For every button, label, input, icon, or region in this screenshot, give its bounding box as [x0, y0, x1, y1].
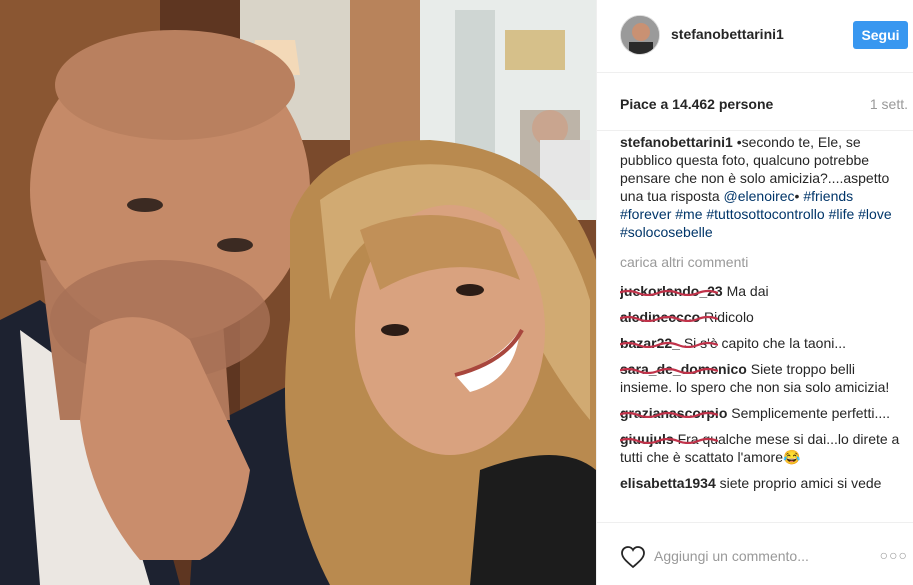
avatar[interactable] [620, 15, 660, 55]
comment-item: elisabetta1934 siete proprio amici si ve… [620, 474, 908, 492]
comment-text: Semplicemente perfetti.... [731, 405, 891, 421]
hashtag-friends[interactable]: #friends [803, 188, 853, 204]
hashtag-solocosebelle[interactable]: #solocosebelle [620, 224, 713, 240]
comment-item: bazar22_ Si s'è capito che la taoni... [620, 334, 908, 352]
comment-item: sara_de_domenico Siete troppo belli insi… [620, 360, 908, 396]
redaction-scribble [620, 411, 718, 418]
comment-item: giuujuls Fra qualche mese si dai...lo di… [620, 430, 908, 466]
caption-mention[interactable]: @elenoirec [724, 188, 795, 204]
post-side-panel: stefanobettarini1 Segui Piace a 14.462 p… [596, 0, 913, 585]
comment-username[interactable]: sara_de_domenico [620, 361, 747, 377]
comment-username[interactable]: aledineccco [620, 309, 718, 325]
post-header: stefanobettarini1 Segui [597, 0, 913, 73]
hashtag-love[interactable]: #love [858, 206, 891, 222]
caption-bullet: • [794, 188, 800, 204]
comment-username[interactable]: juckorlando_23 [620, 283, 723, 299]
redaction-scribble [620, 341, 718, 348]
post-timestamp[interactable]: 1 sett. [870, 96, 908, 112]
add-comment-input[interactable] [654, 548, 864, 564]
caption-username[interactable]: stefanobettarini1 [620, 134, 733, 150]
comment-text: siete proprio amici si vede [719, 475, 882, 491]
post-photo[interactable] [0, 0, 596, 585]
comment-username[interactable]: giuujuls [620, 431, 718, 447]
comment-footer: ○○○ [597, 522, 913, 585]
photo-illustration [0, 0, 596, 585]
hashtag-tuttosottocontrollo[interactable]: #tuttosottocontrollo [706, 206, 824, 222]
redaction-scribble [620, 315, 718, 322]
post-caption: stefanobettarini1 •secondo te, Ele, se p… [620, 133, 908, 241]
heart-icon[interactable] [620, 545, 646, 569]
comment-item: grazianascorpio Semplicemente perfetti..… [620, 404, 908, 422]
follow-button[interactable]: Segui [853, 21, 908, 49]
likes-row: Piace a 14.462 persone 1 sett. [597, 73, 913, 131]
comment-text: Ma dai [726, 283, 769, 299]
likes-count[interactable]: Piace a 14.462 persone [620, 96, 773, 112]
load-more-comments-link[interactable]: carica altri commenti [620, 253, 908, 271]
comments-list[interactable]: stefanobettarini1 •secondo te, Ele, se p… [620, 133, 908, 521]
redaction-scribble [620, 367, 718, 374]
hashtag-me[interactable]: #me [675, 206, 702, 222]
redaction-scribble [620, 437, 718, 444]
comment-username[interactable]: elisabetta1934 [620, 475, 716, 491]
comment-item: juckorlando_23 Ma dai [620, 282, 908, 300]
hashtag-forever[interactable]: #forever [620, 206, 671, 222]
post-author-username[interactable]: stefanobettarini1 [671, 26, 784, 42]
more-options-icon[interactable]: ○○○ [880, 547, 908, 563]
comment-username[interactable]: bazar22_ [620, 335, 718, 351]
hashtag-life[interactable]: #life [829, 206, 855, 222]
avatar-image [621, 16, 659, 54]
comment-username[interactable]: grazianascorpio [620, 405, 727, 421]
redaction-scribble [620, 289, 718, 296]
comment-item: aledineccco Ridicolo [620, 308, 908, 326]
